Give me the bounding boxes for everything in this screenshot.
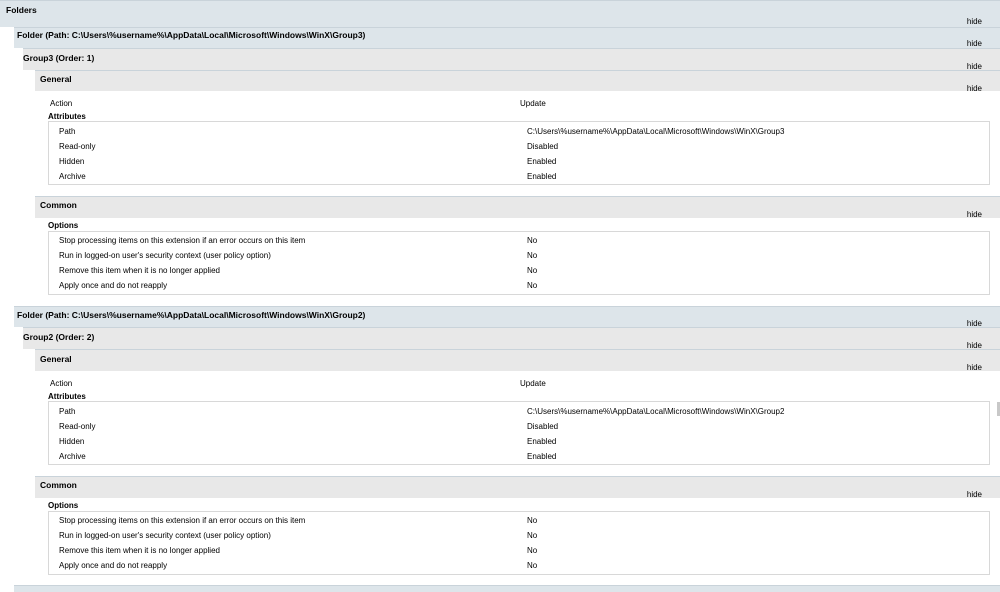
hide-link[interactable]: hide bbox=[967, 17, 982, 26]
folder-title: Folder (Path: C:\Users\%username%\AppDat… bbox=[17, 30, 366, 40]
general-title: General bbox=[40, 74, 72, 84]
option-name: Run in logged-on user's security context… bbox=[59, 251, 271, 260]
group-title: Group2 (Order: 2) bbox=[23, 332, 95, 342]
options-table: Stop processing items on this extension … bbox=[48, 511, 990, 575]
attributes-table: Path C:\Users\%username%\AppData\Local\M… bbox=[48, 401, 990, 465]
group-header: Group3 (Order: 1) hide bbox=[23, 48, 1000, 71]
attributes-table: Path C:\Users\%username%\AppData\Local\M… bbox=[48, 121, 990, 185]
folder-header-next bbox=[14, 585, 1000, 592]
option-name: Stop processing items on this extension … bbox=[59, 516, 306, 525]
options-table: Stop processing items on this extension … bbox=[48, 231, 990, 295]
general-header: General hide bbox=[35, 70, 1000, 93]
attributes-label: Attributes bbox=[48, 112, 86, 121]
option-name: Run in logged-on user's security context… bbox=[59, 531, 271, 540]
options-label: Options bbox=[48, 221, 79, 230]
attr-value: C:\Users\%username%\AppData\Local\Micros… bbox=[527, 407, 785, 416]
option-value: No bbox=[527, 266, 538, 275]
option-value: No bbox=[527, 236, 538, 245]
attr-name: Read-only bbox=[59, 142, 96, 151]
option-name: Remove this item when it is no longer ap… bbox=[59, 546, 220, 555]
option-value: No bbox=[527, 516, 538, 525]
action-value: Update bbox=[520, 379, 546, 388]
attr-name: Hidden bbox=[59, 437, 85, 446]
common-header: Common hide bbox=[35, 196, 1000, 219]
attr-value: Enabled bbox=[527, 452, 557, 461]
option-value: No bbox=[527, 251, 538, 260]
common-title: Common bbox=[40, 200, 77, 210]
attr-name: Archive bbox=[59, 452, 86, 461]
action-value: Update bbox=[520, 99, 546, 108]
hide-link[interactable]: hide bbox=[967, 210, 982, 219]
option-name: Remove this item when it is no longer ap… bbox=[59, 266, 220, 275]
attr-value: Enabled bbox=[527, 157, 557, 166]
option-name: Stop processing items on this extension … bbox=[59, 236, 306, 245]
group-title: Group3 (Order: 1) bbox=[23, 53, 95, 63]
action-label: Action bbox=[50, 379, 73, 388]
attr-value: C:\Users\%username%\AppData\Local\Micros… bbox=[527, 127, 785, 136]
attr-value: Enabled bbox=[527, 172, 557, 181]
attr-name: Hidden bbox=[59, 157, 85, 166]
attributes-label: Attributes bbox=[48, 392, 86, 401]
folders-title: Folders bbox=[6, 5, 37, 15]
group-header: Group2 (Order: 2) hide bbox=[23, 327, 1000, 350]
folders-header: Folders hide bbox=[0, 0, 1000, 27]
action-label: Action bbox=[50, 99, 73, 108]
attr-value: Enabled bbox=[527, 437, 557, 446]
option-name: Apply once and do not reapply bbox=[59, 281, 168, 290]
option-value: No bbox=[527, 531, 538, 540]
common-title: Common bbox=[40, 480, 77, 490]
options-label: Options bbox=[48, 501, 79, 510]
attr-value: Disabled bbox=[527, 422, 559, 431]
folder-header-group2: Folder (Path: C:\Users\%username%\AppDat… bbox=[14, 306, 1000, 328]
hide-link[interactable]: hide bbox=[967, 84, 982, 93]
general-title: General bbox=[40, 354, 72, 364]
attr-value: Disabled bbox=[527, 142, 559, 151]
option-value: No bbox=[527, 281, 538, 290]
folder-header-group3: Folder (Path: C:\Users\%username%\AppDat… bbox=[14, 27, 1000, 48]
folder-title: Folder (Path: C:\Users\%username%\AppDat… bbox=[17, 310, 366, 320]
common-header: Common hide bbox=[35, 476, 1000, 499]
attr-name: Path bbox=[59, 407, 76, 416]
hide-link[interactable]: hide bbox=[967, 490, 982, 499]
hide-link[interactable]: hide bbox=[967, 39, 982, 48]
attr-name: Archive bbox=[59, 172, 86, 181]
attr-name: Path bbox=[59, 127, 76, 136]
attr-name: Read-only bbox=[59, 422, 96, 431]
option-value: No bbox=[527, 546, 538, 555]
general-header: General hide bbox=[35, 349, 1000, 372]
option-value: No bbox=[527, 561, 538, 570]
option-name: Apply once and do not reapply bbox=[59, 561, 168, 570]
hide-link[interactable]: hide bbox=[967, 363, 982, 372]
